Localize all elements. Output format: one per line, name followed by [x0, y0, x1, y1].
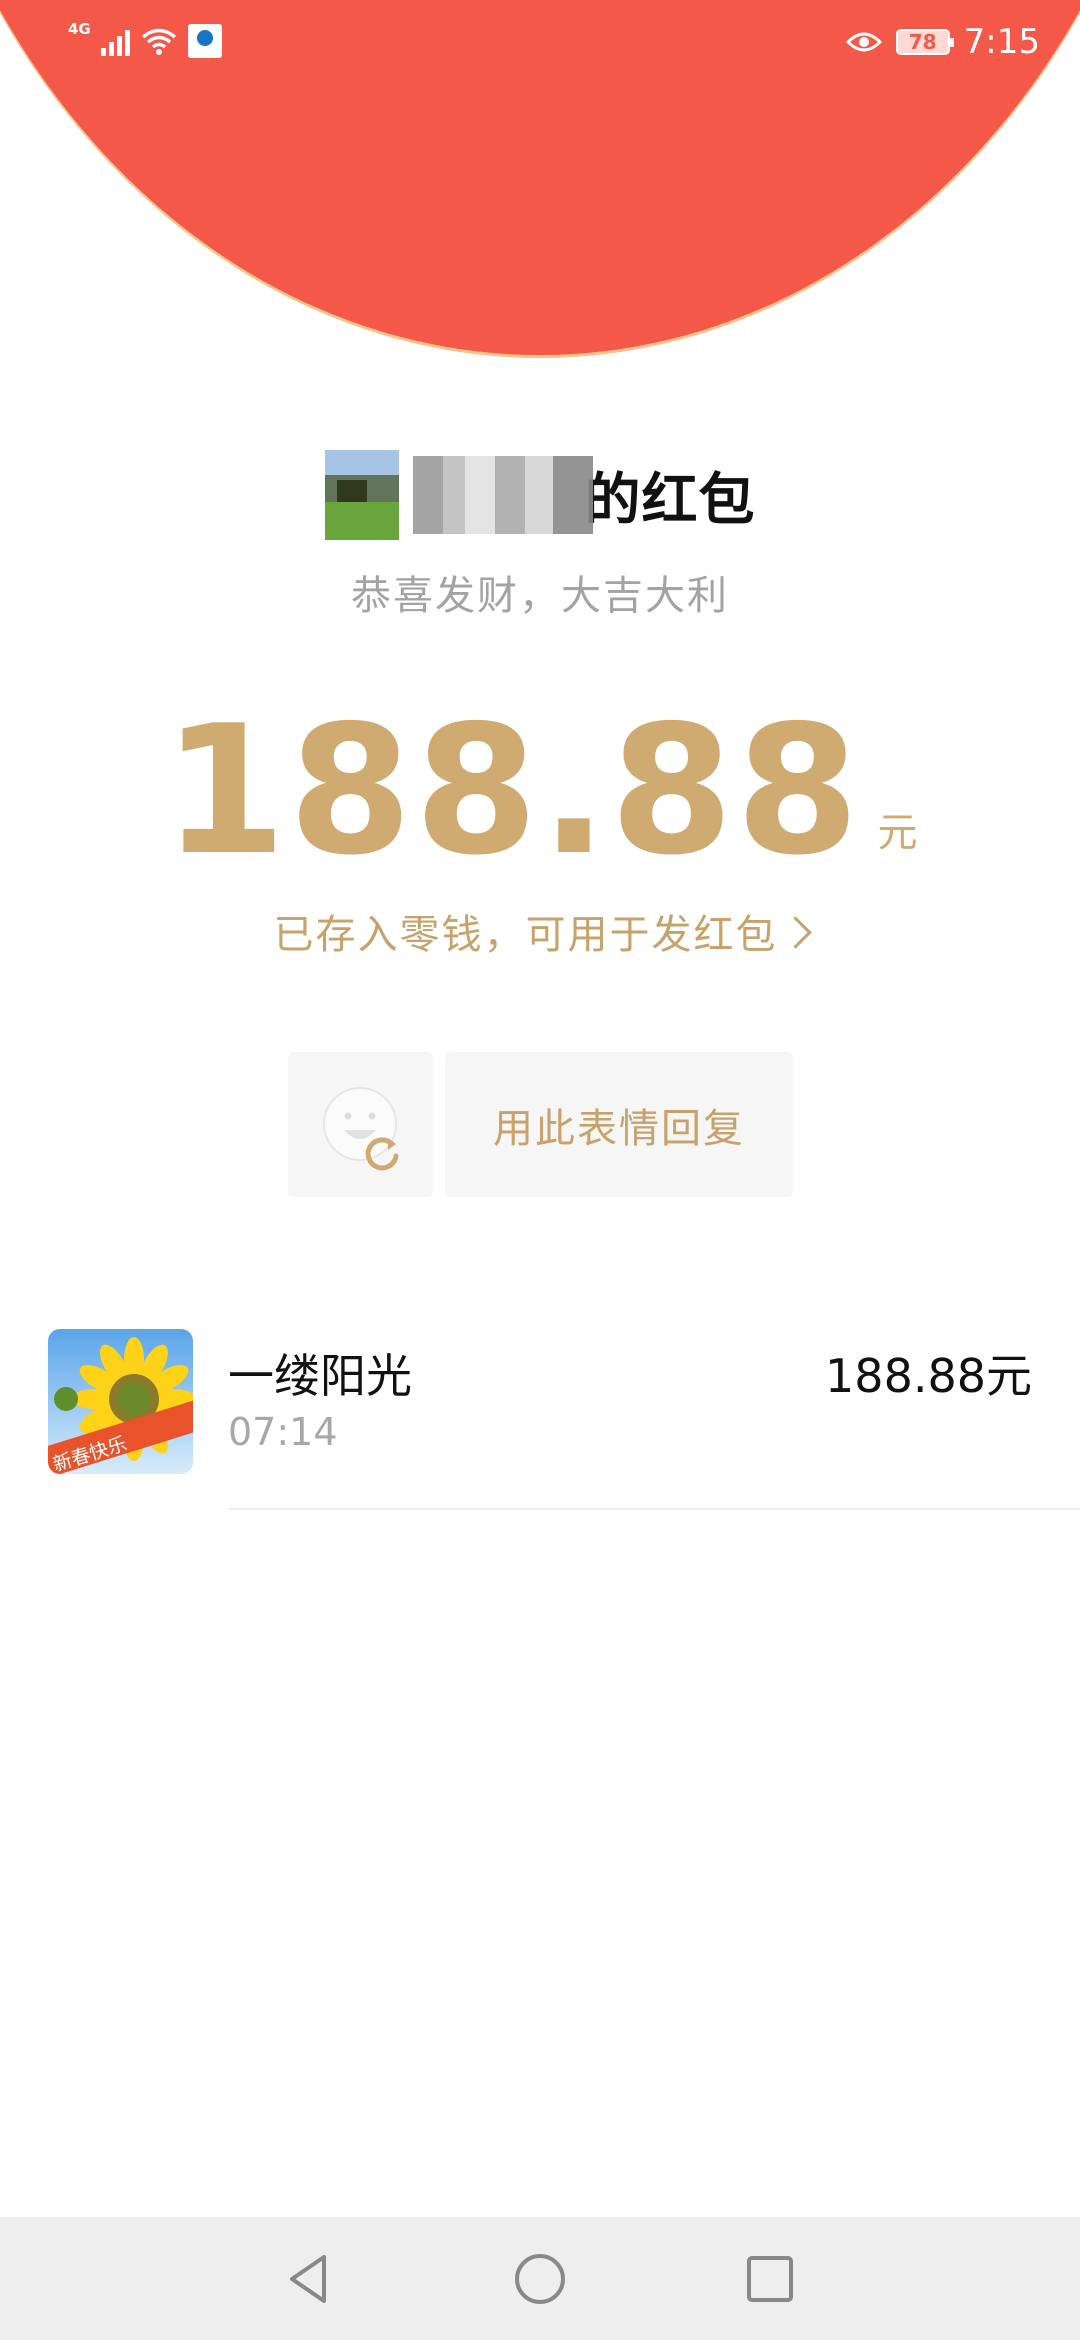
amount-unit: 元 [877, 810, 918, 856]
circle-home-icon [515, 2254, 565, 2304]
back-button[interactable] [22, 130, 72, 190]
red-packet-title: 的红包 [584, 467, 756, 533]
battery-level: 78 [908, 30, 937, 54]
network-type: 4G [68, 20, 91, 38]
reply-with-sticker-button[interactable]: 用此表情回复 [445, 1052, 793, 1197]
receiver-name: 一缕阳光 [228, 1349, 412, 1403]
nav-recents-button[interactable] [740, 2249, 800, 2309]
red-packet-header: 4G 78 7:15 [0, 0, 1080, 360]
square-recents-icon [747, 2256, 793, 2302]
nav-back-button[interactable] [280, 2249, 340, 2309]
sender-avatar [324, 450, 399, 540]
list-item[interactable]: 新春快乐 一缕阳光 07:14 188.88元 [0, 1320, 1080, 1510]
more-button[interactable] [978, 140, 1048, 180]
status-bar: 4G 78 7:15 [0, 0, 1080, 90]
status-left-group: 4G [68, 20, 222, 58]
smiley-refresh-icon [323, 1087, 399, 1171]
receive-time: 07:14 [228, 1410, 338, 1454]
clock: 7:15 [963, 22, 1040, 62]
sticker-refresh-button[interactable] [288, 1052, 433, 1197]
app-notification-icon [187, 24, 222, 58]
battery-icon: 78 [895, 29, 954, 55]
amount-row: 188.88 元 [0, 690, 1080, 880]
signal-icon [100, 26, 130, 56]
chevron-right-icon [778, 916, 812, 949]
saved-to-change-link[interactable]: 已存入零钱，可用于发红包 [0, 902, 1080, 960]
sender-row: 的红包 [0, 445, 1080, 545]
receiver-avatar: 新春快乐 [48, 1329, 193, 1474]
sunflower-image: 新春快乐 [48, 1329, 193, 1474]
status-right-group: 78 7:15 [845, 22, 1040, 62]
saved-notice-text: 已存入零钱，可用于发红包 [273, 912, 778, 958]
system-nav-bar [0, 2217, 1080, 2340]
eye-comfort-icon [845, 32, 882, 52]
received-amount: 188.88元 [825, 1349, 1032, 1403]
blessing-text: 恭喜发财，大吉大利 [351, 573, 729, 619]
nav-home-button[interactable] [510, 2249, 570, 2309]
triangle-back-icon [290, 2255, 326, 2303]
back-arrow-icon [31, 133, 59, 187]
wifi-icon [141, 28, 176, 55]
divider [228, 1508, 1080, 1510]
sender-name-blurred [412, 456, 593, 534]
reply-with-sticker-label: 用此表情回复 [493, 1105, 745, 1152]
amount-value: 188.88 [162, 687, 862, 894]
more-options-icon [982, 154, 1044, 166]
